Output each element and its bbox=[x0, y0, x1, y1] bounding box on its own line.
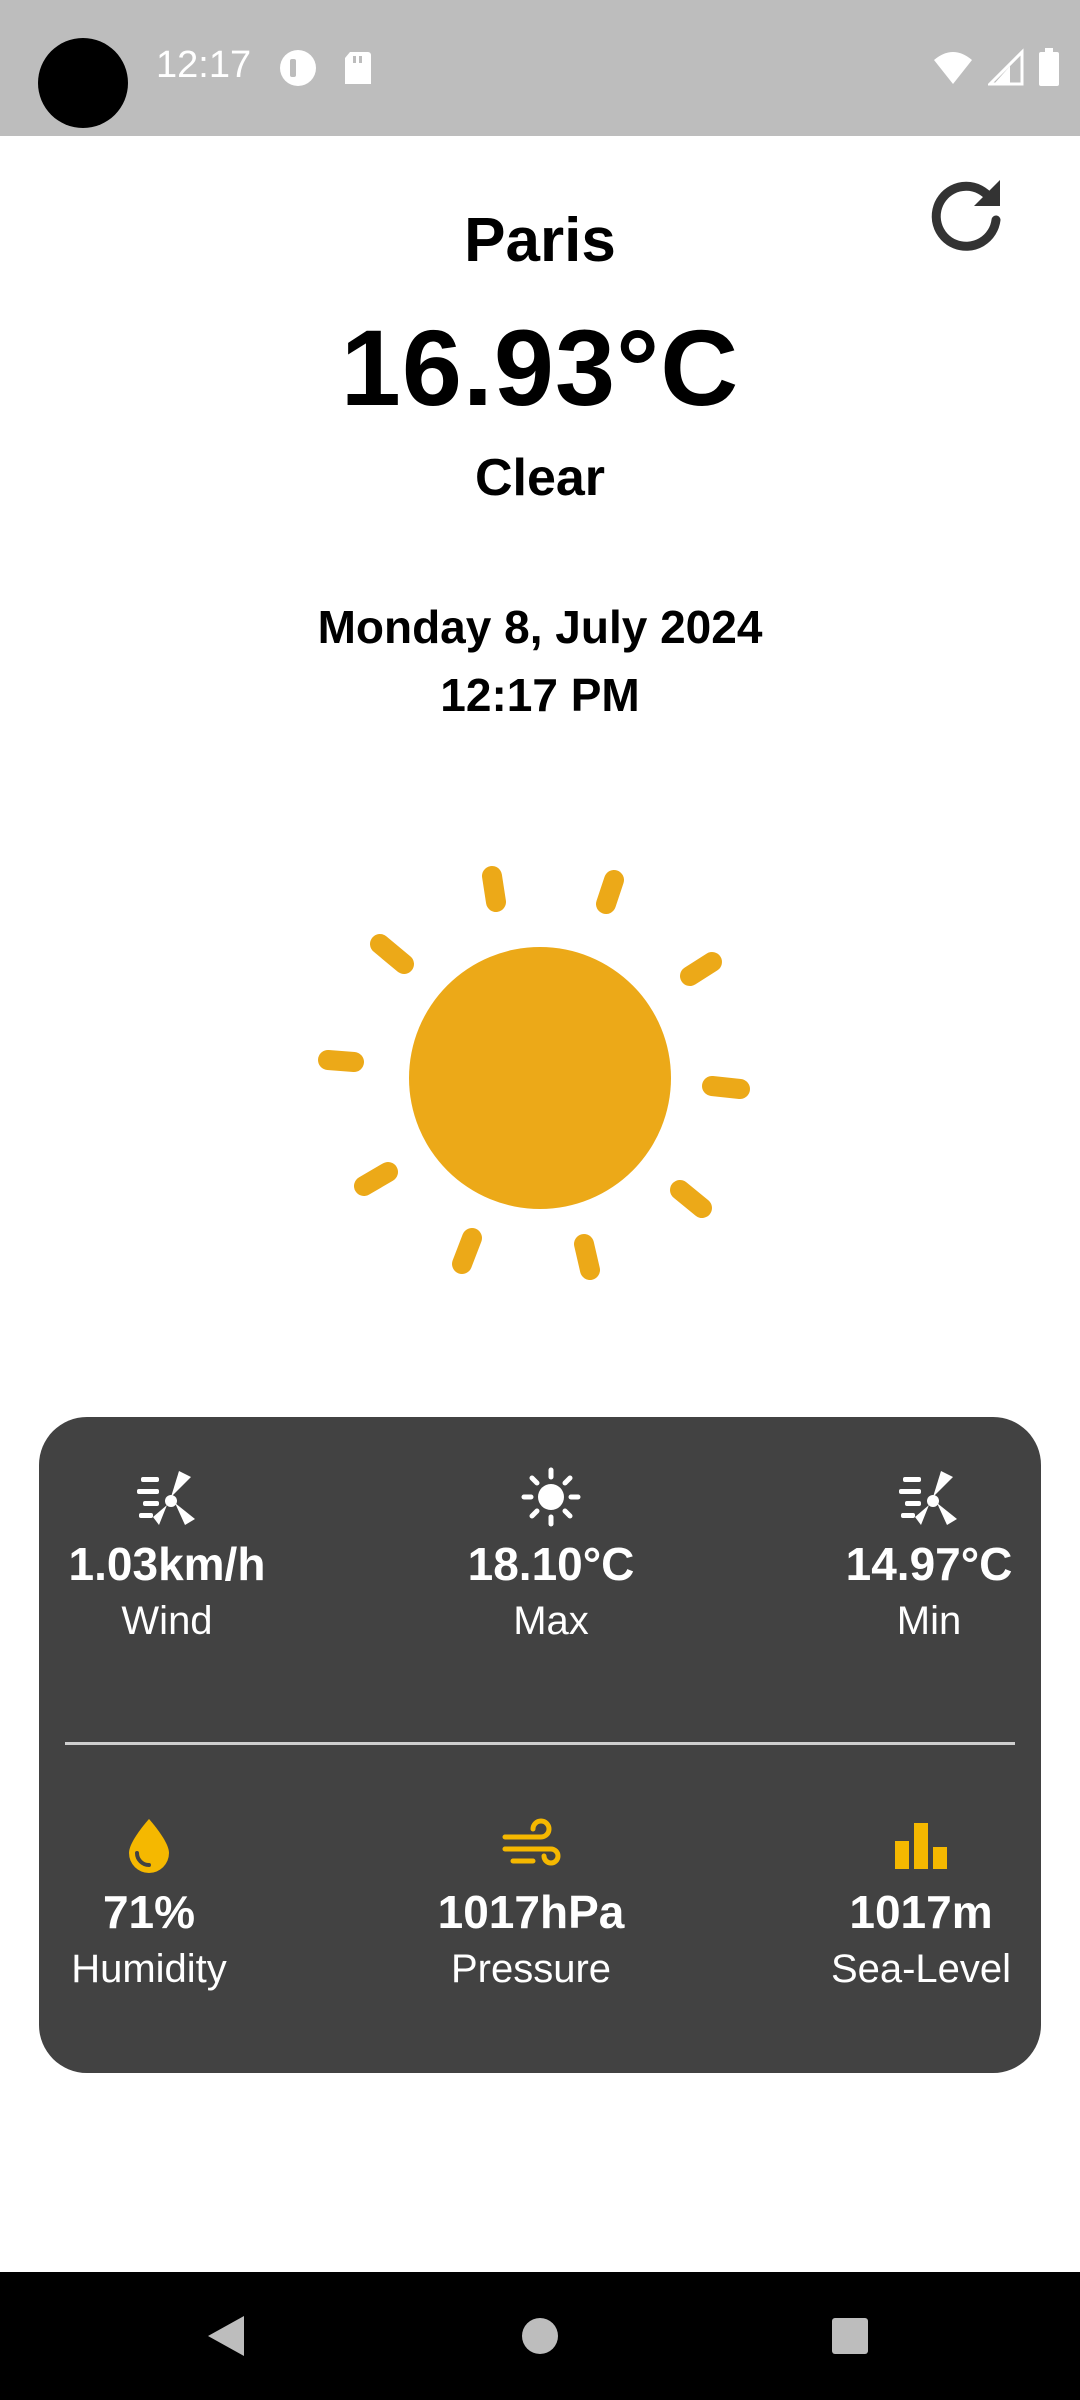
recents-icon bbox=[832, 2318, 868, 2354]
wifi-icon bbox=[934, 52, 972, 84]
current-time: 12:17 PM bbox=[440, 669, 640, 721]
card-divider bbox=[65, 1742, 1015, 1745]
status-right-icons bbox=[932, 48, 1060, 88]
weather-condition: Clear bbox=[474, 449, 606, 507]
home-button[interactable] bbox=[470, 2272, 610, 2400]
min-temp-stat: 14.97°C Min bbox=[829, 1467, 1029, 1644]
battery-icon bbox=[1039, 48, 1059, 86]
signal-icon bbox=[988, 48, 1024, 86]
sea-level-label: Sea-Level bbox=[830, 1947, 1012, 1991]
wind-label: Wind bbox=[121, 1599, 213, 1643]
wind-value: 1.03km/h bbox=[68, 1538, 266, 1590]
recents-button[interactable] bbox=[780, 2272, 920, 2400]
max-temp-value: 18.10°C bbox=[467, 1538, 635, 1590]
camera-cutout bbox=[38, 38, 128, 128]
system-nav-bar bbox=[0, 2272, 1080, 2400]
humidity-label: Humidity bbox=[71, 1947, 227, 1991]
sun-icon bbox=[318, 866, 750, 1280]
sea-level-value: 1017m bbox=[849, 1886, 993, 1938]
home-icon bbox=[522, 2318, 558, 2354]
city-name: Paris bbox=[464, 206, 616, 275]
air-wind-icon bbox=[502, 1818, 561, 1866]
pressure-label: Pressure bbox=[450, 1947, 612, 1991]
status-bar: 12:17 bbox=[0, 0, 1080, 136]
data-saver-icon bbox=[280, 50, 316, 86]
bar-chart-icon bbox=[895, 1823, 947, 1869]
wind-stat: 1.03km/h Wind bbox=[57, 1467, 277, 1644]
wind-turbine-icon bbox=[137, 1471, 195, 1525]
humidity-value: 71% bbox=[102, 1886, 196, 1938]
back-icon bbox=[208, 2316, 244, 2356]
current-temperature: 16.93°C bbox=[340, 307, 740, 428]
wind-turbine-icon bbox=[899, 1471, 957, 1525]
max-temp-label: Max bbox=[513, 1599, 589, 1643]
min-temp-value: 14.97°C bbox=[845, 1538, 1013, 1590]
humidity-stat: 71% Humidity bbox=[49, 1815, 249, 1992]
back-button[interactable] bbox=[156, 2272, 296, 2400]
pressure-value: 1017hPa bbox=[437, 1886, 625, 1938]
sun-small-icon bbox=[521, 1467, 581, 1527]
sea-level-stat: 1017m Sea-Level bbox=[811, 1815, 1031, 1992]
pressure-stat: 1017hPa Pressure bbox=[421, 1815, 641, 1992]
water-drop-icon bbox=[129, 1819, 169, 1873]
min-temp-label: Min bbox=[896, 1599, 962, 1643]
weather-details-card: 1.03km/h Wind 18.10°C Max 14.97°C Min 71… bbox=[39, 1417, 1041, 2073]
status-time: 12:17 bbox=[156, 44, 252, 86]
max-temp-stat: 18.10°C Max bbox=[451, 1467, 651, 1644]
sd-card-icon bbox=[345, 52, 371, 84]
current-date: Monday 8, July 2024 bbox=[317, 601, 763, 653]
